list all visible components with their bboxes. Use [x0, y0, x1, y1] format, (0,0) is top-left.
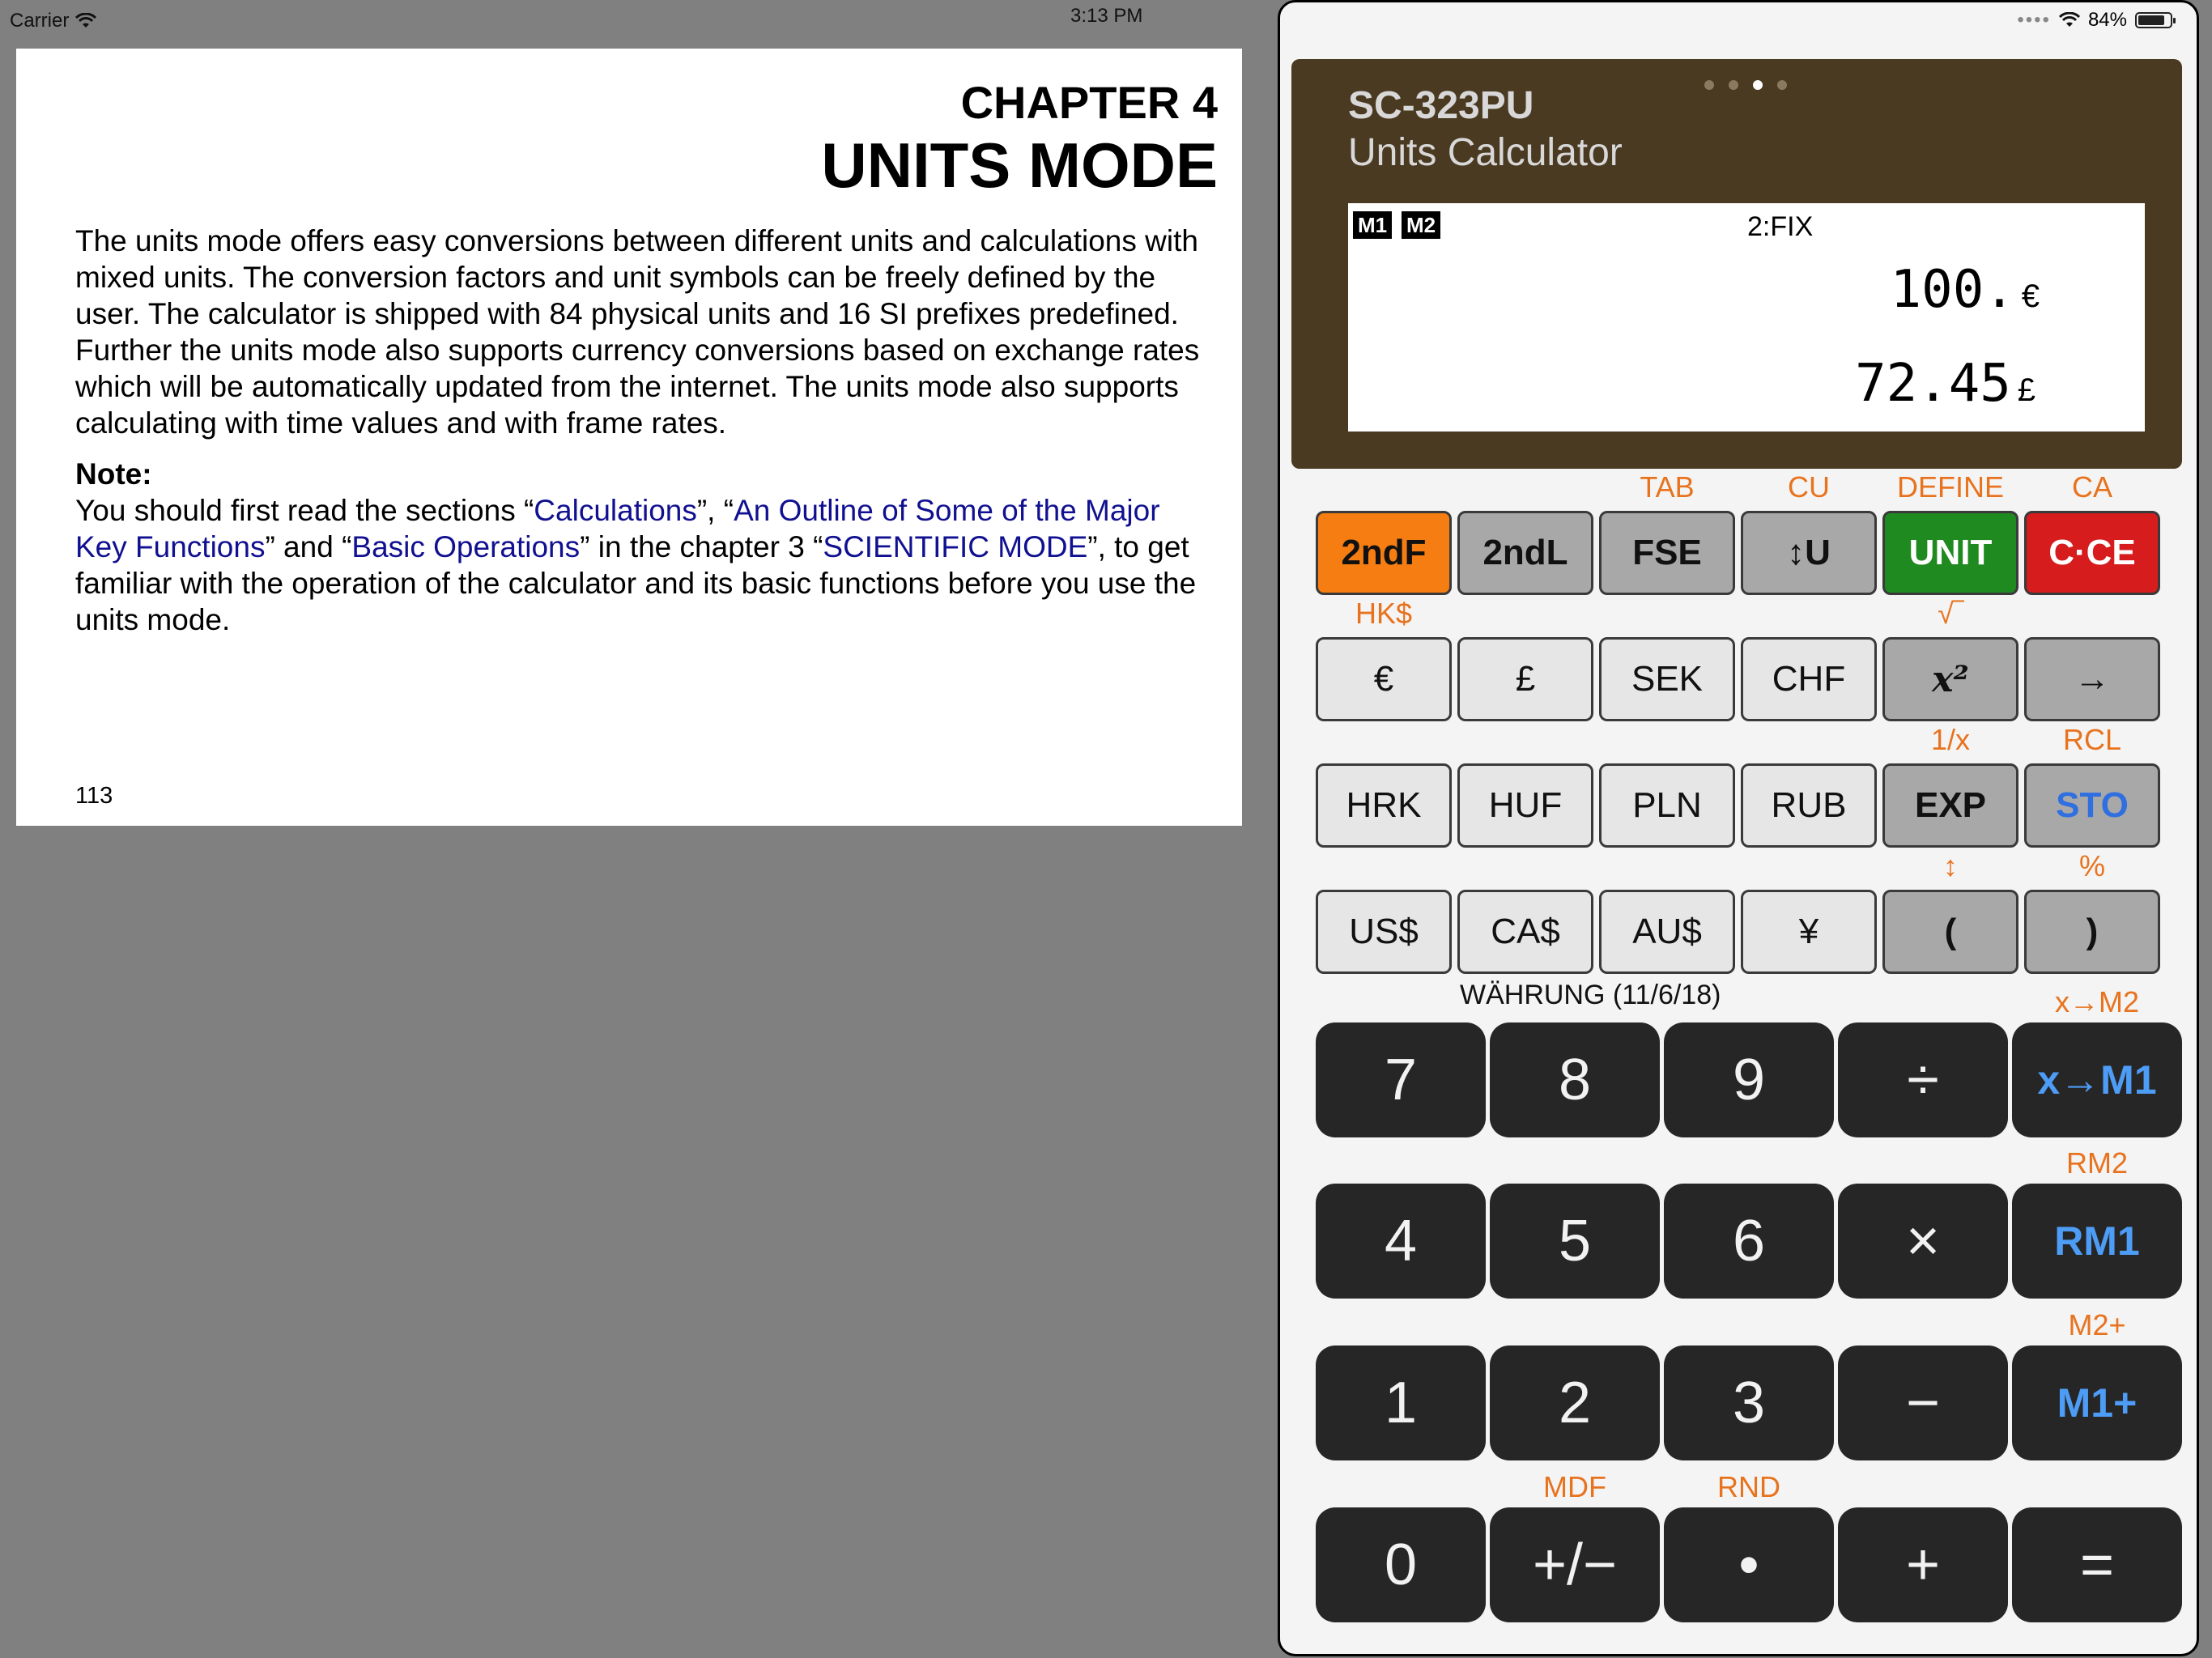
numpad-label-r4-2: RND: [1717, 1470, 1780, 1503]
display-line-1: 100. €: [1890, 260, 2040, 320]
m1-plus-key[interactable]: M1+: [2012, 1346, 2182, 1460]
two-key[interactable]: 2: [1490, 1346, 1660, 1460]
2ndf-key[interactable]: 2ndF: [1316, 511, 1452, 595]
page-dot[interactable]: [1753, 80, 1763, 90]
sek-key[interactable]: SEK: [1599, 637, 1735, 721]
usd-key[interactable]: US$: [1316, 890, 1452, 974]
open-paren-key[interactable]: (: [1882, 890, 2018, 974]
pound-key[interactable]: £: [1457, 637, 1593, 721]
calc-status-bar: •••• 84%: [2017, 9, 2176, 32]
intro-paragraph: The units mode offers easy conversions b…: [75, 224, 1200, 440]
battery-fill: [2138, 15, 2164, 25]
lcd-display: M1 M2 2:FIX 100. € 72.45 £: [1348, 203, 2145, 432]
zero-key[interactable]: 0: [1316, 1507, 1486, 1622]
one-key[interactable]: 1: [1316, 1346, 1486, 1460]
close-paren-key[interactable]: ): [2024, 890, 2160, 974]
display-panel: SC-323PU Units Calculator M1 M2 2:FIX 10…: [1291, 59, 2182, 469]
key-label-row3-5: RCL: [2062, 723, 2122, 756]
numpad-label-r3-4: M2+: [2068, 1308, 2126, 1341]
aud-key[interactable]: AU$: [1599, 890, 1735, 974]
page-indicator[interactable]: [1704, 80, 1787, 90]
battery-icon: [2135, 12, 2176, 28]
seven-key[interactable]: 7: [1316, 1022, 1486, 1137]
2ndl-key[interactable]: 2ndL: [1457, 511, 1593, 595]
link-basic-operations[interactable]: Basic Operations: [351, 530, 580, 563]
fse-key[interactable]: FSE: [1599, 511, 1735, 595]
wifi-icon: [2058, 12, 2080, 27]
fix-mode-indicator: 2:FIX: [1747, 211, 1814, 242]
four-key[interactable]: 4: [1316, 1184, 1486, 1299]
five-key[interactable]: 5: [1490, 1184, 1660, 1299]
rub-key[interactable]: RUB: [1741, 763, 1877, 848]
key-label-row1-3: CU: [1788, 470, 1830, 504]
unit-toggle-key[interactable]: ↕U: [1741, 511, 1877, 595]
plus-key[interactable]: +: [1838, 1507, 2008, 1622]
page-dot[interactable]: [1729, 80, 1738, 90]
currency-rates-label: WÄHRUNG (11/6/18): [1460, 980, 1721, 1010]
model-name: SC-323PU: [1348, 84, 1534, 127]
store-m1-key[interactable]: x→M1: [2012, 1022, 2182, 1137]
manual-page: CHAPTER 4 UNITS MODE The units mode offe…: [16, 49, 1242, 826]
numpad-label-r4-1: MDF: [1543, 1470, 1606, 1503]
chapter-heading: CHAPTER 4: [960, 77, 1218, 128]
display-line-2: 72.45 £: [1855, 354, 2035, 414]
battery-percent: 84%: [2087, 9, 2127, 31]
sto-key[interactable]: STO: [2024, 763, 2160, 848]
note-heading: Note:: [75, 457, 152, 491]
numpad-label-r2-4: RM2: [2065, 1146, 2128, 1180]
key-label-row1-2: TAB: [1640, 470, 1695, 504]
memory-m2-indicator: M2: [1402, 211, 1441, 239]
key-label-row3-4: 1/x: [1930, 723, 1971, 756]
status-time: 3:13 PM: [1070, 5, 1143, 27]
chf-key[interactable]: CHF: [1741, 637, 1877, 721]
key-label-row4-5: %: [2078, 849, 2105, 882]
arrow-right-key[interactable]: →: [2024, 637, 2160, 721]
key-label-row2-0: HK$: [1355, 597, 1413, 630]
equals-key[interactable]: =: [2012, 1507, 2182, 1622]
key-label-row2-4: √‾: [1938, 597, 1963, 630]
divide-key[interactable]: ÷: [1838, 1022, 2008, 1137]
calculator: •••• 84% SC-323PU Units Calculator M1 M2…: [1278, 0, 2199, 1656]
signal-icon: ••••: [2017, 9, 2051, 31]
six-key[interactable]: 6: [1664, 1184, 1834, 1299]
minus-key[interactable]: −: [1838, 1346, 2008, 1460]
numpad-label-r1-4: x→M2: [2054, 985, 2139, 1018]
memory-m1-indicator: M1: [1353, 211, 1393, 239]
wifi-icon: [75, 13, 97, 28]
hrk-key[interactable]: HRK: [1316, 763, 1452, 848]
key-label-row4-4: ↕: [1943, 849, 1958, 882]
square-key[interactable]: x²: [1882, 637, 2018, 721]
key-label-row1-5: CA: [2071, 470, 2112, 504]
clear-key[interactable]: C·CE: [2024, 511, 2160, 595]
yen-key[interactable]: ¥: [1741, 890, 1877, 974]
unit-key[interactable]: UNIT: [1882, 511, 2018, 595]
euro-key[interactable]: €: [1316, 637, 1452, 721]
cad-key[interactable]: CA$: [1457, 890, 1593, 974]
status-carrier: Carrier: [10, 5, 97, 37]
page-dot[interactable]: [1777, 80, 1787, 90]
page-number: 113: [75, 783, 113, 809]
sign-key[interactable]: +/−: [1490, 1507, 1660, 1622]
huf-key[interactable]: HUF: [1457, 763, 1593, 848]
key-label-row1-4: DEFINE: [1896, 470, 2004, 504]
three-key[interactable]: 3: [1664, 1346, 1834, 1460]
nine-key[interactable]: 9: [1664, 1022, 1834, 1137]
multiply-key[interactable]: ×: [1838, 1184, 2008, 1299]
pln-key[interactable]: PLN: [1599, 763, 1735, 848]
exp-key[interactable]: EXP: [1882, 763, 2018, 848]
page-title: UNITS MODE: [821, 129, 1218, 201]
calculator-subtitle: Units Calculator: [1348, 131, 1623, 174]
link-scientific-mode[interactable]: SCIENTIFIC MODE: [823, 530, 1087, 563]
recall-m1-key[interactable]: RM1: [2012, 1184, 2182, 1299]
decimal-key[interactable]: •: [1664, 1507, 1834, 1622]
link-calculations[interactable]: Calculations: [534, 494, 697, 527]
note-paragraph: You should first read the sections “Calc…: [75, 494, 1197, 637]
page-dot[interactable]: [1704, 80, 1714, 90]
eight-key[interactable]: 8: [1490, 1022, 1660, 1137]
